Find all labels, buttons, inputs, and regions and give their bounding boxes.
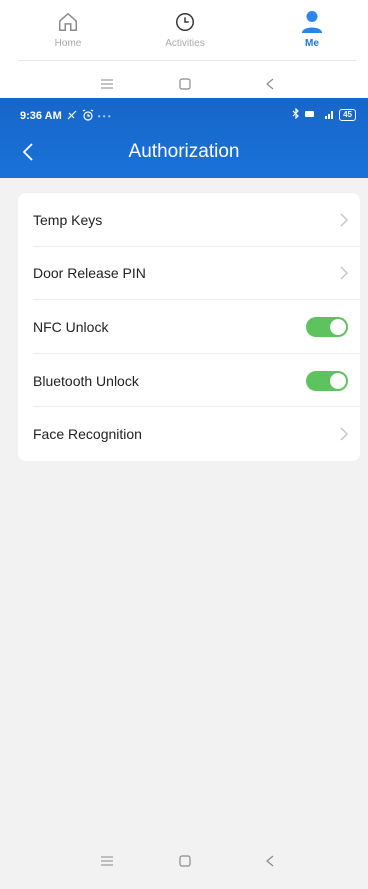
menu-icon[interactable] <box>92 846 122 876</box>
bluetooth-unlock-toggle[interactable] <box>306 370 348 391</box>
clock-icon <box>145 8 225 36</box>
back-triangle-icon[interactable] <box>255 846 285 876</box>
chevron-left-icon <box>23 143 33 161</box>
page-title: Authorization <box>128 141 240 162</box>
settings-row-door-release-pin[interactable]: Door Release PIN <box>18 247 360 301</box>
status-bar: 9:36 AM • • • 45 <box>20 107 356 124</box>
dot-icon: • • • <box>97 111 111 121</box>
alarm-icon <box>82 108 94 124</box>
bottom-tab-bar: Home Activities Me <box>0 0 368 60</box>
toggle-knob <box>330 372 346 389</box>
settings-row-temp-keys[interactable]: Temp Keys <box>18 193 360 247</box>
tab-me-label: Me <box>305 38 319 49</box>
chevron-right-icon <box>340 213 348 227</box>
divider <box>18 60 356 61</box>
home-icon <box>28 8 108 36</box>
toggle-knob <box>330 318 346 335</box>
chevron-right-icon <box>340 266 348 280</box>
row-label: Bluetooth Unlock <box>33 372 139 389</box>
notification-icon <box>66 109 78 124</box>
row-label: Temp Keys <box>33 211 103 228</box>
tab-activities[interactable]: Activities <box>145 8 225 49</box>
app-header: 9:36 AM • • • 45 Authorization <box>0 98 368 178</box>
row-label: Face Recognition <box>33 426 142 443</box>
vibrate-icon <box>304 110 315 120</box>
square-icon[interactable] <box>170 846 200 876</box>
row-label: NFC Unlock <box>33 318 109 335</box>
previous-screen-remnant: Home Activities Me <box>0 0 368 102</box>
nfc-unlock-toggle[interactable] <box>306 316 348 337</box>
tab-activities-label: Activities <box>165 38 205 49</box>
back-button[interactable] <box>16 138 40 166</box>
settings-row-face-recognition[interactable]: Face Recognition <box>18 407 360 461</box>
status-time: 9:36 AM <box>20 110 62 122</box>
authorization-settings-card: Temp Keys Door Release PIN NFC Unlock Bl… <box>18 193 360 461</box>
system-nav-bar-top <box>0 66 368 102</box>
tab-home-label: Home <box>54 38 82 49</box>
settings-row-nfc-unlock: NFC Unlock <box>18 300 360 354</box>
tab-me[interactable]: Me <box>272 8 352 49</box>
menu-icon[interactable] <box>92 69 122 99</box>
tab-home[interactable]: Home <box>28 8 108 49</box>
battery-icon: 45 <box>339 108 356 121</box>
person-icon <box>272 8 352 36</box>
settings-row-bluetooth-unlock: Bluetooth Unlock <box>18 354 360 408</box>
signal-icon <box>319 109 335 121</box>
chevron-right-icon <box>340 427 348 441</box>
bluetooth-icon <box>292 107 300 121</box>
square-icon[interactable] <box>170 69 200 99</box>
back-triangle-icon[interactable] <box>255 69 285 99</box>
row-label: Door Release PIN <box>33 265 146 282</box>
system-nav-bar <box>0 833 368 889</box>
